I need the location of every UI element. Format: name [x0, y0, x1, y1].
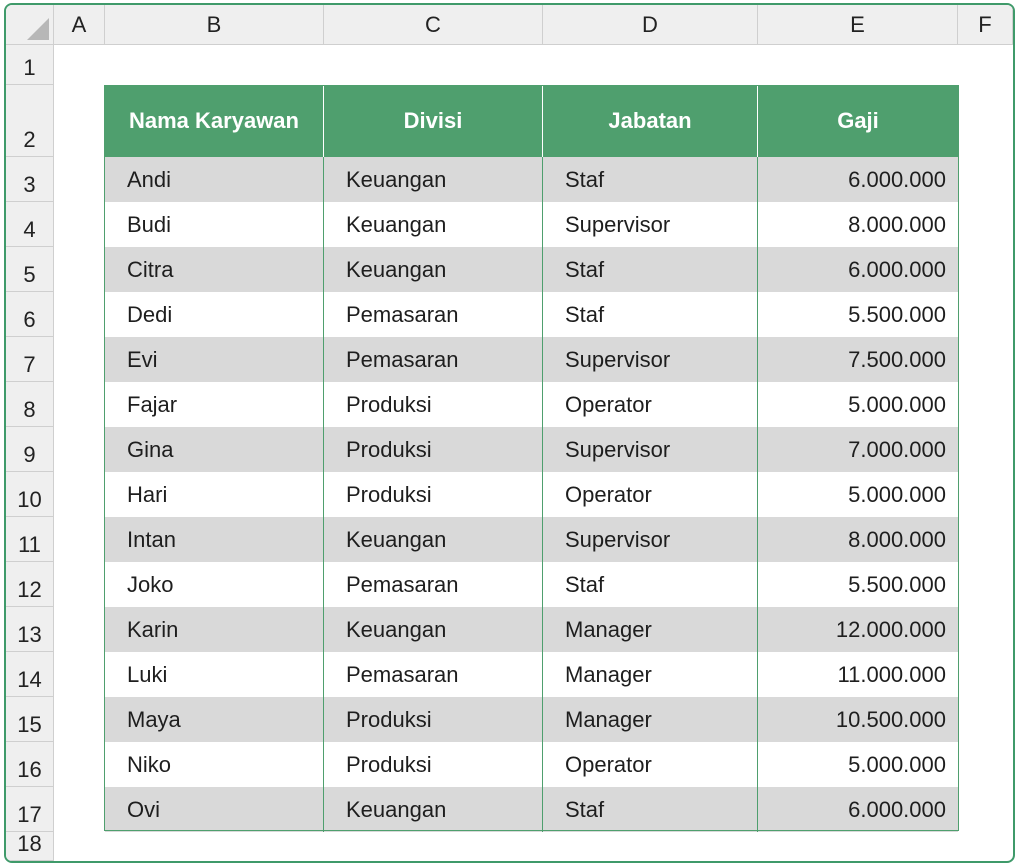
cell-nama[interactable]: Karin — [105, 607, 324, 652]
row-header-17[interactable]: 17 — [6, 787, 54, 832]
cell-divisi[interactable]: Keuangan — [324, 517, 543, 562]
cell-jabatan[interactable]: Manager — [543, 607, 758, 652]
cell-gaji[interactable]: 5.000.000 — [758, 742, 958, 787]
row-header-18[interactable]: 18 — [6, 831, 54, 861]
cell-jabatan[interactable]: Staf — [543, 247, 758, 292]
cell-jabatan[interactable]: Manager — [543, 697, 758, 742]
header-nama-karyawan[interactable]: Nama Karyawan — [105, 85, 324, 157]
row-header-14[interactable]: 14 — [6, 652, 54, 697]
cell-gaji[interactable]: 6.000.000 — [758, 787, 958, 832]
column-header-f[interactable]: F — [958, 5, 1013, 45]
select-all-triangle-icon — [27, 18, 49, 40]
cell-nama[interactable]: Ovi — [105, 787, 324, 832]
header-divisi[interactable]: Divisi — [324, 85, 543, 157]
cell-gaji[interactable]: 11.000.000 — [758, 652, 958, 697]
cell-divisi[interactable]: Pemasaran — [324, 337, 543, 382]
cell-divisi[interactable]: Produksi — [324, 427, 543, 472]
cell-jabatan[interactable]: Staf — [543, 562, 758, 607]
cell-nama[interactable]: Dedi — [105, 292, 324, 337]
cell-divisi[interactable]: Pemasaran — [324, 562, 543, 607]
cell-nama[interactable]: Intan — [105, 517, 324, 562]
header-jabatan[interactable]: Jabatan — [543, 85, 758, 157]
cell-nama[interactable]: Gina — [105, 427, 324, 472]
row-header-4[interactable]: 4 — [6, 202, 54, 247]
column-header-c[interactable]: C — [324, 5, 543, 45]
cell-gaji[interactable]: 8.000.000 — [758, 517, 958, 562]
row-header-10[interactable]: 10 — [6, 472, 54, 517]
spreadsheet-window: A B C D E F 1 2 3 4 5 6 7 8 9 10 11 12 13 14 15 16 17 18 … — [4, 3, 1015, 863]
cell-divisi[interactable]: Pemasaran — [324, 652, 543, 697]
row-header-16[interactable]: 16 — [6, 742, 54, 787]
cell-nama[interactable]: Andi — [105, 157, 324, 202]
row-header-5[interactable]: 5 — [6, 247, 54, 292]
cell-gaji[interactable]: 7.000.000 — [758, 427, 958, 472]
cell-divisi[interactable]: Produksi — [324, 742, 543, 787]
cell-nama[interactable]: Hari — [105, 472, 324, 517]
cell-gaji[interactable]: 10.500.000 — [758, 697, 958, 742]
cell-divisi[interactable]: Produksi — [324, 697, 543, 742]
cell-jabatan[interactable]: Staf — [543, 292, 758, 337]
row-header-6[interactable]: 6 — [6, 292, 54, 337]
cell-divisi[interactable]: Keuangan — [324, 202, 543, 247]
cell-divisi[interactable]: Keuangan — [324, 787, 543, 832]
cell-jabatan[interactable]: Operator — [543, 472, 758, 517]
cell-gaji[interactable]: 5.500.000 — [758, 562, 958, 607]
cell-divisi[interactable]: Produksi — [324, 382, 543, 427]
cell-jabatan[interactable]: Staf — [543, 787, 758, 832]
cell-nama[interactable]: Maya — [105, 697, 324, 742]
cell-jabatan[interactable]: Operator — [543, 382, 758, 427]
cell-jabatan[interactable]: Supervisor — [543, 337, 758, 382]
cell-gaji[interactable]: 7.500.000 — [758, 337, 958, 382]
column-header-d[interactable]: D — [543, 5, 758, 45]
row-header-1[interactable]: 1 — [6, 45, 54, 85]
cell-gaji[interactable]: 6.000.000 — [758, 157, 958, 202]
cell-jabatan[interactable]: Supervisor — [543, 517, 758, 562]
row-header-2[interactable]: 2 — [6, 85, 54, 157]
row-header-8[interactable]: 8 — [6, 382, 54, 427]
column-header-a[interactable]: A — [54, 5, 105, 45]
cell-divisi[interactable]: Produksi — [324, 472, 543, 517]
cell-divisi[interactable]: Keuangan — [324, 157, 543, 202]
row-header-12[interactable]: 12 — [6, 562, 54, 607]
cell-gaji[interactable]: 8.000.000 — [758, 202, 958, 247]
cell-gaji[interactable]: 5.500.000 — [758, 292, 958, 337]
cell-gaji[interactable]: 12.000.000 — [758, 607, 958, 652]
cell-gaji[interactable]: 6.000.000 — [758, 247, 958, 292]
cell-jabatan[interactable]: Manager — [543, 652, 758, 697]
row-header-7[interactable]: 7 — [6, 337, 54, 382]
cell-divisi[interactable]: Keuangan — [324, 247, 543, 292]
column-header-e[interactable]: E — [758, 5, 958, 45]
row-header-11[interactable]: 11 — [6, 517, 54, 562]
cell-jabatan[interactable]: Supervisor — [543, 202, 758, 247]
header-gaji[interactable]: Gaji — [758, 85, 958, 157]
row-header-15[interactable]: 15 — [6, 697, 54, 742]
cell-nama[interactable]: Budi — [105, 202, 324, 247]
cell-divisi[interactable]: Pemasaran — [324, 292, 543, 337]
cell-nama[interactable]: Citra — [105, 247, 324, 292]
cell-gaji[interactable]: 5.000.000 — [758, 472, 958, 517]
row-header-9[interactable]: 9 — [6, 427, 54, 472]
select-all-corner[interactable] — [6, 5, 54, 45]
row-header-13[interactable]: 13 — [6, 607, 54, 652]
cell-nama[interactable]: Niko — [105, 742, 324, 787]
cell-nama[interactable]: Luki — [105, 652, 324, 697]
cell-jabatan[interactable]: Operator — [543, 742, 758, 787]
cell-jabatan[interactable]: Staf — [543, 157, 758, 202]
cell-divisi[interactable]: Keuangan — [324, 607, 543, 652]
column-header-b[interactable]: B — [105, 5, 324, 45]
row-header-3[interactable]: 3 — [6, 157, 54, 202]
cell-nama[interactable]: Evi — [105, 337, 324, 382]
cell-gaji[interactable]: 5.000.000 — [758, 382, 958, 427]
cell-nama[interactable]: Fajar — [105, 382, 324, 427]
cell-jabatan[interactable]: Supervisor — [543, 427, 758, 472]
cell-nama[interactable]: Joko — [105, 562, 324, 607]
